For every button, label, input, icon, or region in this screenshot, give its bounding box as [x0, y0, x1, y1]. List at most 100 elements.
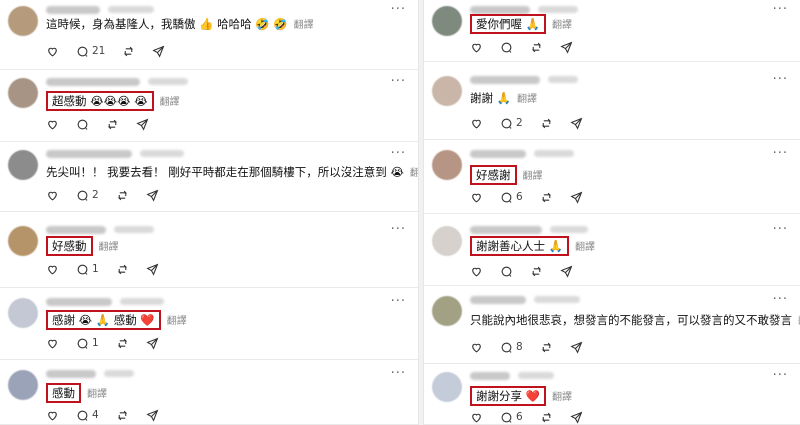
username-blurred[interactable] [46, 6, 100, 14]
comment-button[interactable]: 4 [76, 409, 99, 422]
translate-link[interactable]: 翻譯 [575, 242, 595, 253]
repost-button[interactable] [530, 41, 543, 54]
like-button[interactable] [470, 191, 483, 204]
share-button[interactable] [570, 341, 583, 354]
share-button[interactable] [570, 411, 583, 424]
avatar[interactable] [432, 226, 462, 256]
avatar[interactable] [8, 370, 38, 400]
comment-button[interactable]: 21 [76, 45, 105, 58]
action-bar: 21 [46, 44, 182, 58]
repost-button[interactable] [122, 45, 135, 58]
avatar[interactable] [432, 150, 462, 180]
avatar[interactable] [432, 372, 462, 402]
username-blurred[interactable] [46, 150, 132, 158]
like-button[interactable] [470, 341, 483, 354]
username-blurred[interactable] [470, 372, 510, 380]
repost-button[interactable] [540, 117, 553, 130]
more-options-icon[interactable]: ··· [391, 74, 406, 89]
username-blurred[interactable] [46, 298, 112, 306]
repost-button[interactable] [116, 409, 129, 422]
translate-link[interactable]: 翻譯 [552, 392, 572, 403]
translate-link[interactable]: 翻譯 [410, 168, 418, 179]
username-blurred[interactable] [470, 150, 526, 158]
share-button[interactable] [560, 41, 573, 54]
like-button[interactable] [46, 189, 59, 202]
more-options-icon[interactable]: ··· [391, 2, 406, 17]
repost-button[interactable] [540, 411, 553, 424]
username-blurred[interactable] [470, 6, 530, 14]
share-button[interactable] [146, 189, 159, 202]
share-button[interactable] [146, 263, 159, 276]
like-button[interactable] [46, 118, 59, 131]
comment-button[interactable]: 1 [76, 263, 99, 276]
repost-button[interactable] [116, 189, 129, 202]
comment-button[interactable]: 6 [500, 411, 523, 424]
like-button[interactable] [470, 117, 483, 130]
share-button[interactable] [136, 118, 149, 131]
avatar[interactable] [432, 6, 462, 36]
avatar[interactable] [8, 150, 38, 180]
like-button[interactable] [470, 265, 483, 278]
avatar[interactable] [8, 226, 38, 256]
share-icon [570, 341, 583, 354]
more-options-icon[interactable]: ··· [773, 146, 788, 161]
username-blurred[interactable] [470, 296, 526, 304]
comment-button[interactable]: 2 [76, 189, 99, 202]
avatar[interactable] [8, 78, 38, 108]
translate-link[interactable]: 翻譯 [160, 97, 180, 108]
share-button[interactable] [152, 45, 165, 58]
more-options-icon[interactable]: ··· [391, 222, 406, 237]
username-blurred[interactable] [470, 76, 540, 84]
avatar[interactable] [432, 76, 462, 106]
translate-link[interactable]: 翻譯 [523, 171, 543, 182]
more-options-icon[interactable]: ··· [773, 72, 788, 87]
translate-link[interactable]: 翻譯 [294, 20, 314, 31]
more-options-icon[interactable]: ··· [773, 222, 788, 237]
comment-button[interactable] [500, 265, 513, 278]
share-button[interactable] [146, 409, 159, 422]
translate-link[interactable]: 翻譯 [87, 389, 107, 400]
translate-link[interactable]: 翻譯 [552, 20, 572, 31]
share-button[interactable] [560, 265, 573, 278]
repost-button[interactable] [116, 337, 129, 350]
more-options-icon[interactable]: ··· [773, 292, 788, 307]
avatar[interactable] [432, 296, 462, 326]
share-button[interactable] [146, 337, 159, 350]
translate-link[interactable]: 翻譯 [167, 316, 187, 327]
more-options-icon[interactable]: ··· [391, 146, 406, 161]
like-button[interactable] [46, 45, 59, 58]
like-button[interactable] [46, 409, 59, 422]
repost-button[interactable] [540, 341, 553, 354]
more-options-icon[interactable]: ··· [391, 366, 406, 381]
share-button[interactable] [570, 117, 583, 130]
repost-icon [540, 191, 553, 204]
comment-button[interactable] [76, 118, 89, 131]
repost-button[interactable] [530, 265, 543, 278]
username-blurred[interactable] [46, 226, 106, 234]
username-blurred[interactable] [470, 226, 542, 234]
repost-button[interactable] [116, 263, 129, 276]
comment-button[interactable]: 8 [500, 341, 523, 354]
comment-button[interactable]: 1 [76, 337, 99, 350]
like-button[interactable] [46, 337, 59, 350]
translate-link[interactable]: 翻譯 [99, 242, 119, 253]
share-button[interactable] [570, 191, 583, 204]
repost-button[interactable] [540, 191, 553, 204]
username-blurred[interactable] [46, 370, 96, 378]
like-button[interactable] [470, 411, 483, 424]
comment-button[interactable]: 2 [500, 117, 523, 130]
more-options-icon[interactable]: ··· [391, 294, 406, 309]
like-button[interactable] [46, 263, 59, 276]
comment-text: 謝謝 🙏 [470, 91, 511, 105]
comment-button[interactable]: 6 [500, 191, 523, 204]
username-blurred[interactable] [46, 78, 140, 86]
more-options-icon[interactable]: ··· [773, 368, 788, 383]
comment-button[interactable] [500, 41, 513, 54]
avatar[interactable] [8, 298, 38, 328]
more-options-icon[interactable]: ··· [773, 2, 788, 17]
like-button[interactable] [470, 41, 483, 54]
comment-post: ··· 謝謝分享 ❤️ 翻譯 6 [424, 364, 800, 425]
translate-link[interactable]: 翻譯 [517, 94, 537, 105]
repost-button[interactable] [106, 118, 119, 131]
avatar[interactable] [8, 6, 38, 36]
